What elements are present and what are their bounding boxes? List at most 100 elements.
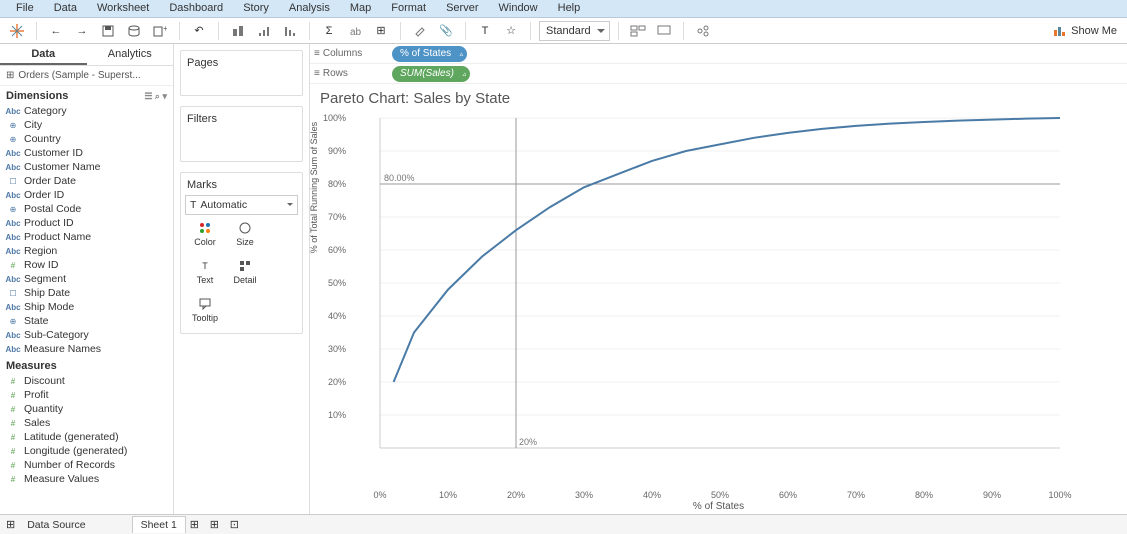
- mark-text-button[interactable]: TText: [185, 253, 225, 291]
- tableau-logo-icon[interactable]: [6, 21, 28, 41]
- dim-options-icon[interactable]: ☰ ⌕ ▾: [144, 91, 167, 102]
- new-datasource-icon[interactable]: [123, 21, 145, 41]
- menu-analysis[interactable]: Analysis: [279, 0, 340, 17]
- new-worksheet-icon[interactable]: ⊞: [190, 518, 206, 532]
- new-sheet-icon[interactable]: +: [149, 21, 171, 41]
- rows-pill[interactable]: SUM(Sales): [392, 66, 470, 82]
- mark-tooltip-button[interactable]: Tooltip: [185, 291, 225, 329]
- new-dashboard-icon[interactable]: ⊞: [210, 518, 226, 532]
- chart-title[interactable]: Pareto Chart: Sales by State: [310, 84, 1127, 113]
- menu-story[interactable]: Story: [233, 0, 279, 17]
- x-tick: 50%: [711, 490, 729, 500]
- columns-shelf[interactable]: ≡Columns % of States: [310, 44, 1127, 64]
- menu-help[interactable]: Help: [548, 0, 591, 17]
- presentation-icon[interactable]: [653, 21, 675, 41]
- back-icon[interactable]: ←: [45, 21, 67, 41]
- dimension-field[interactable]: AbcMeasure Names: [0, 342, 173, 356]
- menu-server[interactable]: Server: [436, 0, 488, 17]
- highlight-icon[interactable]: [409, 21, 431, 41]
- dimension-field[interactable]: AbcSub-Category: [0, 328, 173, 342]
- data-pane: Data Analytics ⊞ Orders (Sample - Supers…: [0, 44, 174, 514]
- dimension-field[interactable]: AbcOrder ID: [0, 188, 173, 202]
- y-tick: 40%: [316, 311, 346, 321]
- columns-icon: ≡: [314, 48, 320, 59]
- group-icon[interactable]: ⊞: [370, 21, 392, 41]
- measure-field[interactable]: #Latitude (generated): [0, 430, 173, 444]
- dimensions-header: Dimensions ☰ ⌕ ▾: [0, 86, 173, 104]
- y-tick: 70%: [316, 212, 346, 222]
- dimension-field[interactable]: ⊕State: [0, 314, 173, 328]
- undo-icon[interactable]: ↶: [188, 21, 210, 41]
- format-icon[interactable]: T: [474, 21, 496, 41]
- data-source-item[interactable]: ⊞ Orders (Sample - Superst...: [0, 66, 173, 86]
- measure-field[interactable]: #Profit: [0, 388, 173, 402]
- datasource-tab-icon[interactable]: ⊞: [6, 518, 15, 531]
- dimension-field[interactable]: ⊕Postal Code: [0, 202, 173, 216]
- menu-dashboard[interactable]: Dashboard: [159, 0, 233, 17]
- chart-canvas[interactable]: % of Total Running Sum of Sales 80.00%20…: [310, 113, 1127, 514]
- automatic-icon: T: [190, 199, 196, 211]
- save-icon[interactable]: [97, 21, 119, 41]
- measure-field[interactable]: #Discount: [0, 374, 173, 388]
- y-tick: 20%: [316, 377, 346, 387]
- sort-desc-icon[interactable]: [279, 21, 301, 41]
- tab-analytics[interactable]: Analytics: [87, 44, 174, 65]
- dimension-field[interactable]: ⊕City: [0, 118, 173, 132]
- dimension-field[interactable]: AbcProduct ID: [0, 216, 173, 230]
- x-tick: 100%: [1048, 490, 1071, 500]
- columns-pill[interactable]: % of States: [392, 46, 467, 62]
- dimension-field[interactable]: AbcSegment: [0, 272, 173, 286]
- columns-label: Columns: [323, 48, 362, 59]
- menu-worksheet[interactable]: Worksheet: [87, 0, 159, 17]
- totals-icon[interactable]: Σ: [318, 21, 340, 41]
- dimension-field[interactable]: AbcRegion: [0, 244, 173, 258]
- swap-icon[interactable]: [227, 21, 249, 41]
- menu-window[interactable]: Window: [489, 0, 548, 17]
- new-story-icon[interactable]: ⊡: [230, 518, 246, 532]
- cards-column: Pages Filters Marks T Automatic Color Si…: [174, 44, 310, 514]
- show-me-button[interactable]: Show Me: [1053, 25, 1117, 37]
- dimension-field[interactable]: #Row ID: [0, 258, 173, 272]
- measure-field[interactable]: #Number of Records: [0, 458, 173, 472]
- mark-color-button[interactable]: Color: [185, 215, 225, 253]
- text-icon: T: [198, 259, 212, 273]
- datasource-icon: ⊞: [6, 70, 14, 81]
- cards-icon[interactable]: [627, 21, 649, 41]
- mark-size-button[interactable]: Size: [225, 215, 265, 253]
- menu-file[interactable]: File: [6, 0, 44, 17]
- measure-field[interactable]: #Sales: [0, 416, 173, 430]
- rows-shelf[interactable]: ≡Rows SUM(Sales): [310, 64, 1127, 84]
- dimension-field[interactable]: AbcCategory: [0, 104, 173, 118]
- forward-icon[interactable]: →: [71, 21, 93, 41]
- dimension-field[interactable]: AbcCustomer ID: [0, 146, 173, 160]
- menu-map[interactable]: Map: [340, 0, 381, 17]
- y-tick: 50%: [316, 278, 346, 288]
- menu-format[interactable]: Format: [381, 0, 436, 17]
- share-icon[interactable]: [692, 21, 714, 41]
- svg-text:20%: 20%: [519, 437, 537, 447]
- x-tick: 40%: [643, 490, 661, 500]
- measures-header: Measures: [0, 356, 173, 374]
- measure-field[interactable]: #Measure Values: [0, 472, 173, 486]
- tab-data[interactable]: Data: [0, 44, 87, 65]
- dimension-field[interactable]: ☐Ship Date: [0, 286, 173, 300]
- dimension-field[interactable]: AbcCustomer Name: [0, 160, 173, 174]
- dimension-field[interactable]: AbcProduct Name: [0, 230, 173, 244]
- clip-icon[interactable]: 📎: [435, 21, 457, 41]
- fit-dropdown[interactable]: Standard: [539, 21, 610, 41]
- dimension-field[interactable]: ⊕Country: [0, 132, 173, 146]
- dimension-field[interactable]: ☐Order Date: [0, 174, 173, 188]
- x-tick: 30%: [575, 490, 593, 500]
- mark-detail-button[interactable]: Detail: [225, 253, 265, 291]
- forecast-icon[interactable]: ☆: [500, 21, 522, 41]
- measure-field[interactable]: #Quantity: [0, 402, 173, 416]
- sheet1-tab[interactable]: Sheet 1: [132, 516, 186, 533]
- sheet-tabs-bar: ⊞ Data Source Sheet 1 ⊞ ⊞ ⊡: [0, 514, 1127, 534]
- sort-asc-icon[interactable]: [253, 21, 275, 41]
- dimension-field[interactable]: AbcShip Mode: [0, 300, 173, 314]
- measure-field[interactable]: #Longitude (generated): [0, 444, 173, 458]
- data-source-tab[interactable]: Data Source: [19, 517, 93, 533]
- labels-icon[interactable]: ab: [344, 21, 366, 41]
- menu-data[interactable]: Data: [44, 0, 87, 17]
- mark-type-dropdown[interactable]: T Automatic: [185, 195, 298, 215]
